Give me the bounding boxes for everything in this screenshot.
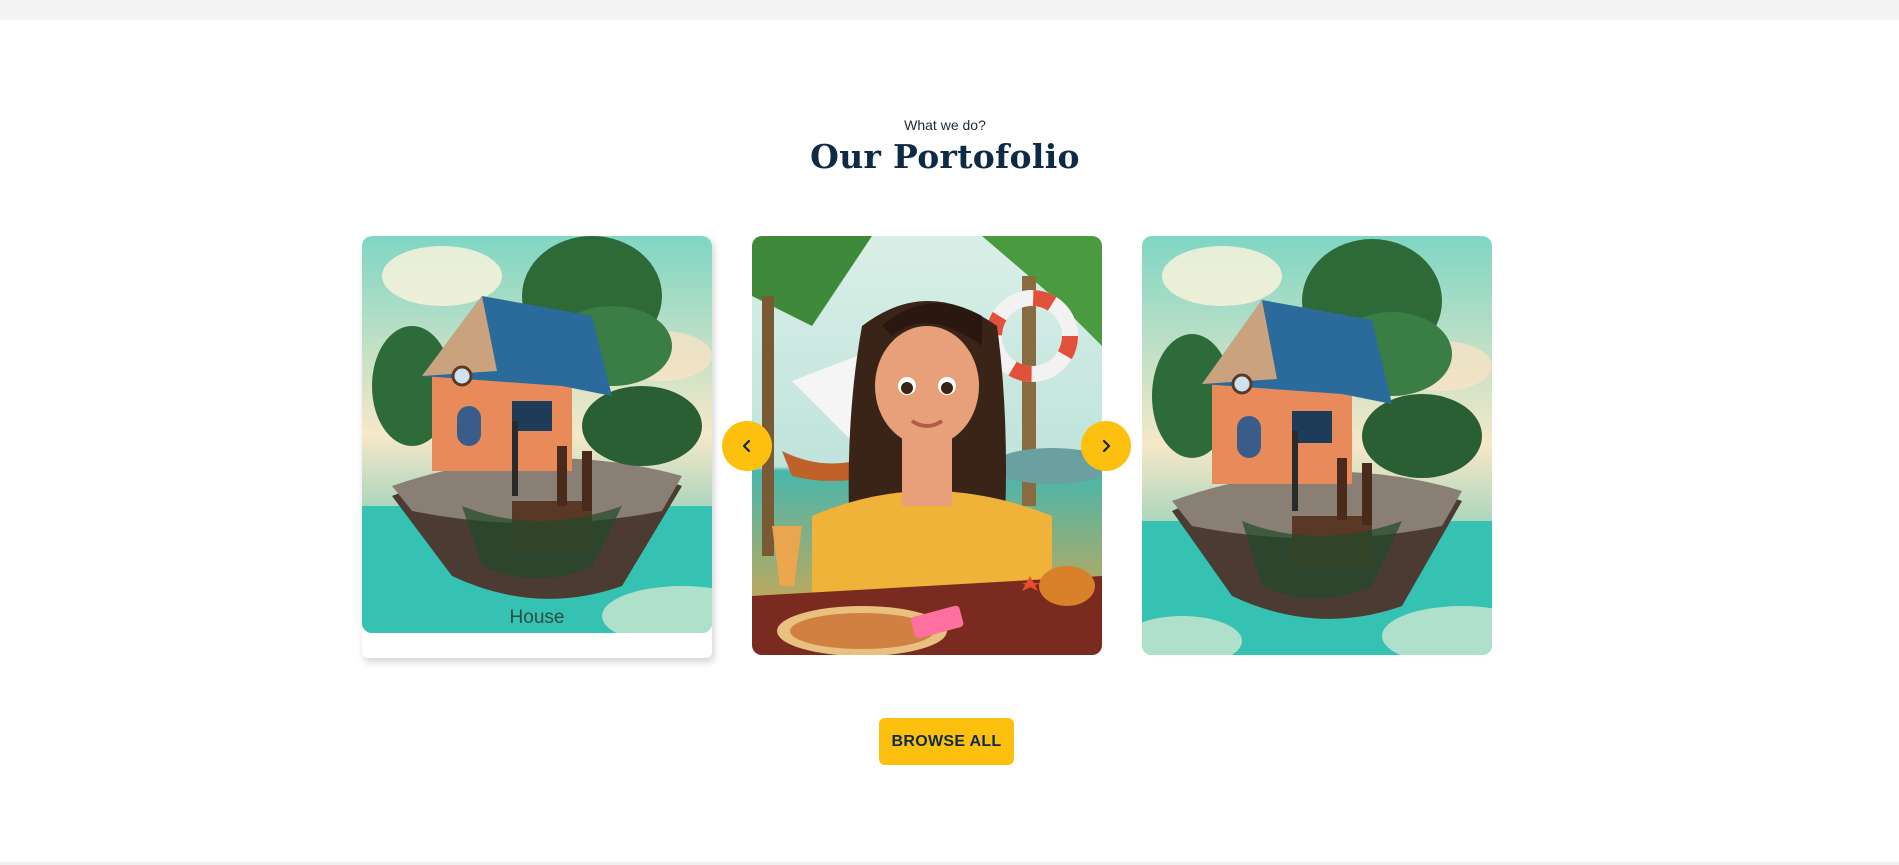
top-bar bbox=[0, 0, 1899, 20]
portfolio-card-house[interactable]: House bbox=[362, 236, 712, 658]
beach-girl-image bbox=[752, 236, 1102, 655]
section-title: Our Portofolio bbox=[810, 137, 1080, 176]
carousel-prev-button[interactable] bbox=[722, 421, 772, 471]
browse-all-button[interactable]: BROWSE ALL bbox=[879, 718, 1014, 765]
carousel-next-button[interactable] bbox=[1081, 421, 1131, 471]
portfolio-card-house-2[interactable] bbox=[1142, 236, 1492, 655]
chevron-left-icon bbox=[742, 439, 751, 453]
island-house-image bbox=[1142, 236, 1492, 655]
portfolio-caption: House bbox=[509, 607, 565, 628]
section-subtitle: What we do? bbox=[904, 117, 986, 133]
island-house-image: House bbox=[362, 236, 712, 633]
portfolio-card-beach-girl[interactable] bbox=[752, 236, 1102, 655]
chevron-right-icon bbox=[1102, 439, 1111, 453]
